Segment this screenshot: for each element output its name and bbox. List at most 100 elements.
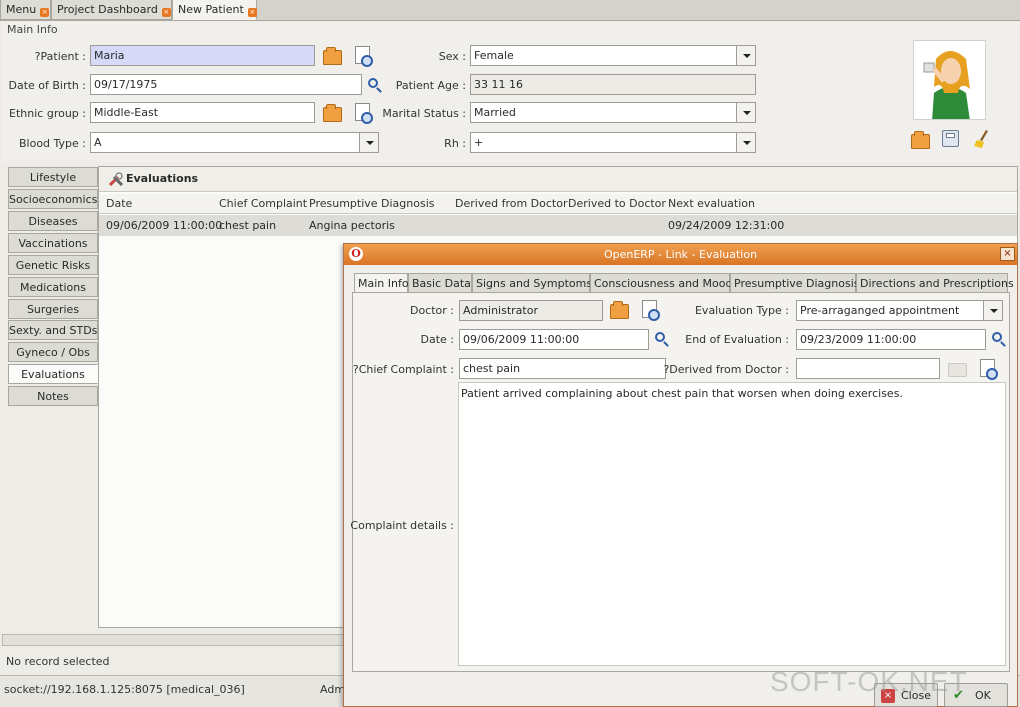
sex-select[interactable]: Female xyxy=(470,45,756,66)
chevron-down-icon[interactable] xyxy=(359,133,378,152)
tab-close-icon[interactable]: × xyxy=(161,8,171,17)
blood-label: Blood Type : xyxy=(18,137,86,150)
col-derived-from-doctor[interactable]: Derived from Doctor xyxy=(455,194,567,214)
tools-icon-image xyxy=(108,172,124,187)
patient-label: ?Patient : xyxy=(34,50,86,63)
main-info-section-label: Main Info xyxy=(7,23,58,36)
folder-open-icon xyxy=(948,363,967,377)
status-socket: socket://192.168.1.125:8075 [medical_036… xyxy=(4,683,245,696)
chevron-down-icon[interactable] xyxy=(983,301,1002,320)
marital-label: Marital Status : xyxy=(382,107,466,120)
side-tab-medications[interactable]: Medications xyxy=(8,277,98,297)
close-icon[interactable]: × xyxy=(1000,247,1015,261)
doctor-field: Administrator xyxy=(459,300,603,321)
side-tab-diseases[interactable]: Diseases xyxy=(8,211,98,231)
tab-new-patient[interactable]: New Patient × xyxy=(172,0,257,20)
patient-avatar[interactable] xyxy=(913,40,986,120)
side-tab-sexuality[interactable]: Sexty. and STDs xyxy=(8,320,98,340)
end-evaluation-label: End of Evaluation : xyxy=(685,333,789,346)
tab-label: Menu xyxy=(6,3,37,16)
print-icon[interactable] xyxy=(911,131,930,149)
search-document-icon[interactable] xyxy=(355,103,373,124)
search-document-icon[interactable] xyxy=(642,300,660,321)
blood-value: A xyxy=(94,136,102,149)
dialog-tab-main-info[interactable]: Main Info xyxy=(354,273,409,293)
eval-type-value: Pre-arraganged appointment xyxy=(800,304,960,317)
chief-complaint-label: ?Chief Complaint : xyxy=(352,363,454,376)
dialog-tab-presumptive-diagnosis[interactable]: Presumptive Diagnosis xyxy=(730,273,860,293)
search-document-icon[interactable] xyxy=(980,359,998,380)
cell-diagnosis: Angina pectoris xyxy=(309,219,395,232)
evaluations-title: Evaluations xyxy=(126,172,199,185)
cell-date: 09/06/2009 11:00:00 xyxy=(106,219,223,232)
col-next-evaluation[interactable]: Next evaluation xyxy=(668,194,755,214)
age-field: 33 11 16 xyxy=(470,74,756,95)
col-presumptive-diagnosis[interactable]: Presumptive Diagnosis xyxy=(309,194,435,214)
dob-field[interactable]: 09/17/1975 xyxy=(90,74,362,95)
tab-label: New Patient xyxy=(178,3,244,16)
search-icon[interactable] xyxy=(368,78,378,88)
side-tab-evaluations[interactable]: Evaluations xyxy=(8,364,98,384)
cell-next-evaluation: 09/24/2009 12:31:00 xyxy=(668,219,785,232)
col-derived-to-doctor[interactable]: Derived to Doctor xyxy=(568,194,666,214)
complaint-details-textarea[interactable]: Patient arrived complaining about chest … xyxy=(458,382,1006,666)
horizontal-scrollbar[interactable] xyxy=(2,634,347,646)
chevron-down-icon[interactable] xyxy=(736,46,755,65)
tools-icon xyxy=(108,172,124,187)
dialog-tab-directions[interactable]: Directions and Prescriptions xyxy=(856,273,1014,293)
tab-close-icon[interactable]: × xyxy=(247,8,257,17)
end-evaluation-field[interactable]: 09/23/2009 11:00:00 xyxy=(796,329,986,350)
status-no-record: No record selected xyxy=(6,655,110,668)
doctor-label: Doctor : xyxy=(409,304,454,317)
search-icon[interactable] xyxy=(655,332,665,342)
clean-icon-image xyxy=(974,130,988,148)
ethnic-label: Ethnic group : xyxy=(9,107,86,120)
folder-open-icon[interactable] xyxy=(323,47,342,65)
age-label: Patient Age : xyxy=(395,79,466,92)
date-label: Date : xyxy=(420,333,455,346)
side-tab-gyneco[interactable]: Gyneco / Obs xyxy=(8,342,98,362)
search-document-icon[interactable] xyxy=(355,46,373,67)
patient-field[interactable]: Maria xyxy=(90,45,315,66)
tab-label: Project Dashboard xyxy=(57,3,158,16)
chief-complaint-field[interactable]: chest pain xyxy=(459,358,666,379)
tab-project-dashboard[interactable]: Project Dashboard × xyxy=(51,0,172,20)
marital-select[interactable]: Married xyxy=(470,102,756,123)
ethnic-field[interactable]: Middle-East xyxy=(90,102,315,123)
dob-label: Date of Birth : xyxy=(8,79,87,92)
rh-value: + xyxy=(474,136,484,149)
side-tab-socioeconomics[interactable]: Socioeconomics xyxy=(8,189,98,209)
rh-label: Rh : xyxy=(444,137,466,150)
col-date[interactable]: Date xyxy=(106,194,132,214)
ok-button-label: OK xyxy=(975,689,991,702)
status-user: Adm xyxy=(320,683,346,696)
derived-from-doctor-field[interactable] xyxy=(796,358,940,379)
side-tab-notes[interactable]: Notes xyxy=(8,386,98,406)
search-icon[interactable] xyxy=(992,332,1002,342)
chevron-down-icon[interactable] xyxy=(736,103,755,122)
blood-select[interactable]: A xyxy=(90,132,379,153)
folder-open-icon[interactable] xyxy=(323,104,342,122)
side-tab-vaccinations[interactable]: Vaccinations xyxy=(8,233,98,253)
dialog-tab-signs-symptoms[interactable]: Signs and Symptoms xyxy=(472,273,592,293)
eval-type-label: Evaluation Type : xyxy=(694,304,789,317)
dialog-tab-consciousness[interactable]: Consciousness and Mood xyxy=(590,273,732,293)
rh-select[interactable]: + xyxy=(470,132,756,153)
side-tab-surgeries[interactable]: Surgeries xyxy=(8,299,98,319)
eval-type-select[interactable]: Pre-arraganged appointment xyxy=(796,300,1003,321)
chevron-down-icon[interactable] xyxy=(736,133,755,152)
marital-value: Married xyxy=(474,106,516,119)
dialog-title: OpenERP - Link - Evaluation xyxy=(603,248,758,261)
date-field[interactable]: 09/06/2009 11:00:00 xyxy=(459,329,649,350)
col-chief-complaint[interactable]: Chief Complaint xyxy=(219,194,307,214)
save-icon[interactable] xyxy=(942,130,959,147)
tab-close-icon[interactable]: × xyxy=(40,8,50,17)
folder-open-icon[interactable] xyxy=(610,301,629,319)
derived-from-doctor-label: ?Derived from Doctor : xyxy=(663,363,789,376)
dialog-tab-basic-data[interactable]: Basic Data xyxy=(408,273,472,293)
clean-icon[interactable] xyxy=(974,130,990,148)
tab-menu[interactable]: Menu × xyxy=(0,0,51,20)
side-tab-genetic-risks[interactable]: Genetic Risks xyxy=(8,255,98,275)
patient-avatar-image xyxy=(923,51,970,119)
side-tab-lifestyle[interactable]: Lifestyle xyxy=(8,167,98,187)
